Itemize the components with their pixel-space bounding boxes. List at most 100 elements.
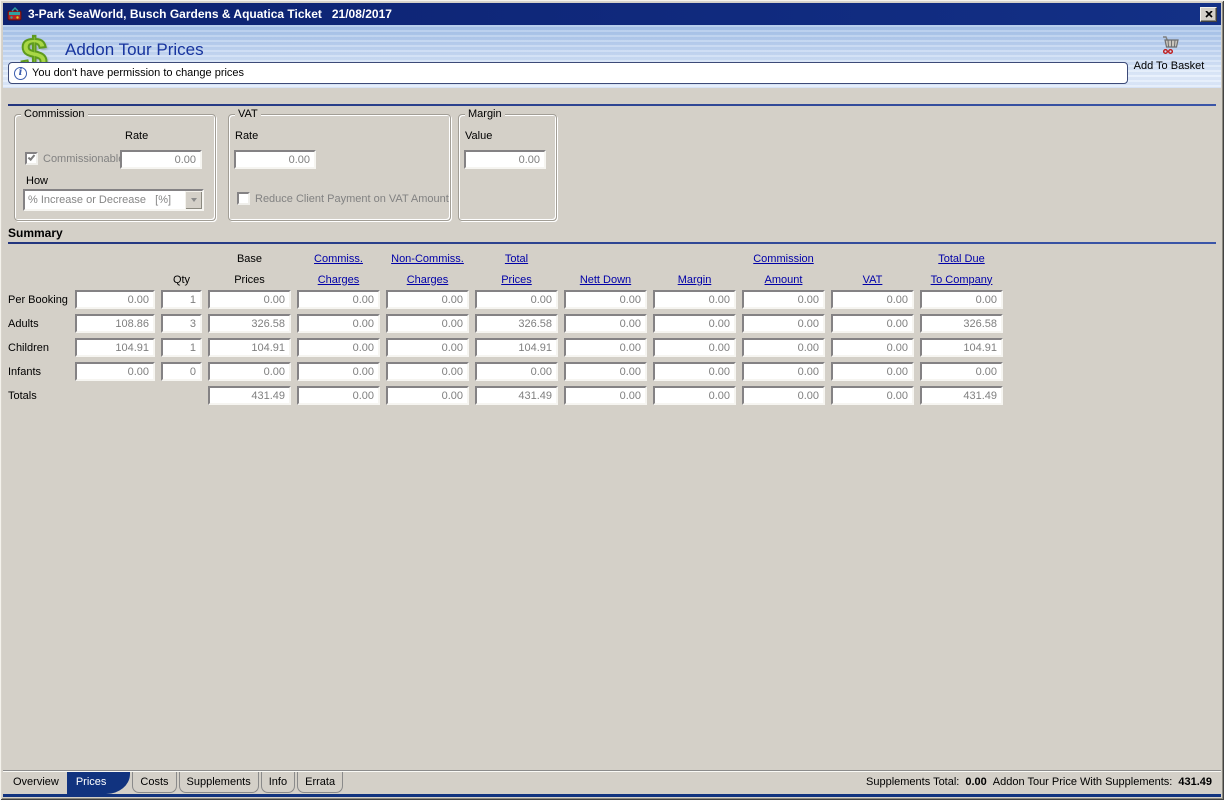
children-nett-down-field[interactable] [564, 338, 647, 357]
column-header-commiss-charges[interactable]: Commiss. [297, 253, 380, 265]
per-booking-base-prices-field[interactable] [208, 290, 291, 309]
totals-total-prices-field[interactable] [475, 386, 558, 405]
adults-total-due-to-company-field[interactable] [920, 314, 1003, 333]
infants-base-prices-field[interactable] [208, 362, 291, 381]
column-header-total-prices[interactable]: Total [475, 253, 558, 265]
tab-prices[interactable]: Prices [66, 772, 131, 794]
children-base-prices-field[interactable] [208, 338, 291, 357]
commission-rate-input[interactable] [120, 150, 202, 169]
per-booking-commission-amount-field[interactable] [742, 290, 825, 309]
adults-nett-down-field[interactable] [564, 314, 647, 333]
per-booking-price-field[interactable] [75, 290, 155, 309]
infants-qty-field[interactable] [161, 362, 202, 381]
adults-commiss-charges-field[interactable] [297, 314, 380, 333]
per-booking-commiss-charges-field[interactable] [297, 290, 380, 309]
adults-price-field[interactable] [75, 314, 155, 333]
column-header-margin[interactable]: Margin [653, 274, 736, 286]
cell-qty [161, 338, 202, 357]
per-booking-total-due-to-company-field[interactable] [920, 290, 1003, 309]
vat-rate-input[interactable] [234, 150, 316, 169]
totals-base-prices-field[interactable] [208, 386, 291, 405]
children-qty-field[interactable] [161, 338, 202, 357]
per-booking-vat-field[interactable] [831, 290, 914, 309]
summary-header-row: Qty Prices Charges Charges Prices Nett Down Ma… [8, 269, 1003, 290]
column-header-commission-amount[interactable]: Commission [742, 253, 825, 265]
infants-total-due-to-company-field[interactable] [920, 362, 1003, 381]
per-booking-non-commiss-charges-field[interactable] [386, 290, 469, 309]
cell-qty [161, 290, 202, 309]
totals-total-due-to-company-field[interactable] [920, 386, 1003, 405]
adults-non-commiss-charges-field[interactable] [386, 314, 469, 333]
children-price-field[interactable] [75, 338, 155, 357]
tab-costs[interactable]: Costs [132, 772, 177, 793]
commission-how-select[interactable]: % Increase or Decrease [%] [23, 189, 204, 211]
vat-rate-label: Rate [235, 130, 259, 142]
per-booking-nett-down-field[interactable] [564, 290, 647, 309]
totals-margin-field[interactable] [653, 386, 736, 405]
totals-vat-field[interactable] [831, 386, 914, 405]
vat-group-label: VAT [235, 108, 261, 120]
children-total-prices-field[interactable] [475, 338, 558, 357]
totals-commission-amount-field[interactable] [742, 386, 825, 405]
add-to-basket-label: Add To Basket [1133, 60, 1205, 72]
margin-value-input[interactable] [464, 150, 546, 169]
infants-total-prices-field[interactable] [475, 362, 558, 381]
commission-group-label: Commission [21, 108, 88, 120]
adults-total-prices-field[interactable] [475, 314, 558, 333]
tab-errata[interactable]: Errata [297, 772, 344, 793]
adults-margin-field[interactable] [653, 314, 736, 333]
summary-section-label: Summary [8, 226, 63, 240]
row-label: Children [8, 341, 49, 354]
cell-vat [831, 314, 914, 333]
column-header-nett-down[interactable]: Nett Down [564, 274, 647, 286]
column-header-total-prices[interactable]: Prices [475, 274, 558, 286]
adults-commission-amount-field[interactable] [742, 314, 825, 333]
tab-supplements[interactable]: Supplements [178, 772, 259, 793]
children-commission-amount-field[interactable] [742, 338, 825, 357]
per-booking-total-prices-field[interactable] [475, 290, 558, 309]
totals-nett-down-field[interactable] [564, 386, 647, 405]
column-header-vat[interactable]: VAT [831, 274, 914, 286]
cell-price [75, 338, 155, 357]
column-header-commission-amount[interactable]: Amount [742, 274, 825, 286]
status-value: 431.49 [1178, 776, 1212, 788]
adults-vat-field[interactable] [831, 314, 914, 333]
close-button[interactable] [1200, 6, 1217, 22]
children-total-due-to-company-field[interactable] [920, 338, 1003, 357]
add-to-basket-button[interactable]: Add To Basket [1125, 35, 1213, 72]
adults-qty-field[interactable] [161, 314, 202, 333]
infants-price-field[interactable] [75, 362, 155, 381]
column-header-non-commiss-charges[interactable]: Charges [386, 274, 469, 286]
commissionable-label: Commissionable [43, 153, 125, 165]
totals-commiss-charges-field[interactable] [297, 386, 380, 405]
infants-vat-field[interactable] [831, 362, 914, 381]
cell-total-prices [475, 290, 558, 309]
tab-info[interactable]: Info [260, 772, 296, 793]
tab-overview[interactable]: Overview [11, 772, 66, 788]
status-label: Supplements Total: [866, 776, 960, 788]
infants-commission-amount-field[interactable] [742, 362, 825, 381]
infants-nett-down-field[interactable] [564, 362, 647, 381]
column-header-total-due-to-company[interactable]: Total Due [920, 253, 1003, 265]
per-booking-qty-field[interactable] [161, 290, 202, 309]
column-header-non-commiss-charges[interactable]: Non-Commiss. [386, 253, 469, 265]
commissionable-checkbox[interactable] [25, 152, 38, 165]
infants-margin-field[interactable] [653, 362, 736, 381]
reduce-client-payment-checkbox[interactable] [237, 192, 250, 205]
totals-non-commiss-charges-field[interactable] [386, 386, 469, 405]
children-non-commiss-charges-field[interactable] [386, 338, 469, 357]
children-vat-field[interactable] [831, 338, 914, 357]
commission-how-value: % Increase or Decrease [%] [28, 194, 172, 206]
infants-non-commiss-charges-field[interactable] [386, 362, 469, 381]
column-header-total-due-to-company[interactable]: To Company [920, 274, 1003, 286]
cell-nett-down [564, 362, 647, 381]
children-commiss-charges-field[interactable] [297, 338, 380, 357]
children-margin-field[interactable] [653, 338, 736, 357]
column-header-commiss-charges[interactable]: Charges [297, 274, 380, 286]
per-booking-margin-field[interactable] [653, 290, 736, 309]
adults-base-prices-field[interactable] [208, 314, 291, 333]
infants-commiss-charges-field[interactable] [297, 362, 380, 381]
cell-commiss-charges [297, 386, 380, 405]
cell-margin [653, 290, 736, 309]
info-icon: i [14, 66, 27, 80]
